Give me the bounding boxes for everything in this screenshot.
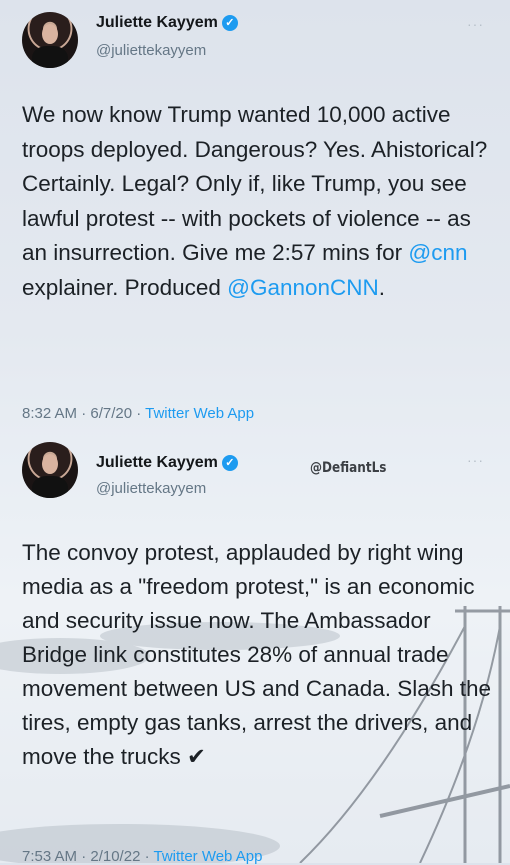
more-options-icon[interactable]: ··· bbox=[467, 452, 484, 468]
display-name[interactable]: Juliette Kayyem ✓ bbox=[96, 14, 238, 32]
verified-badge-icon: ✓ bbox=[221, 15, 238, 31]
display-name-text[interactable]: Juliette Kayyem bbox=[96, 454, 218, 472]
timestamp[interactable]: 8:32 AM · 6/7/20 · bbox=[22, 405, 145, 422]
mention-cnn-link[interactable]: @cnn bbox=[408, 240, 467, 265]
more-options-icon[interactable]: ··· bbox=[467, 16, 484, 32]
display-name[interactable]: Juliette Kayyem ✓ bbox=[96, 454, 238, 472]
avatar-face bbox=[42, 454, 58, 474]
source-app-link[interactable]: Twitter Web App bbox=[153, 848, 262, 865]
tweet-text-part: explainer. Produced bbox=[22, 274, 228, 300]
tweet-text: We now know Trump wanted 10,000 active t… bbox=[22, 98, 492, 305]
avatar-body bbox=[32, 46, 68, 68]
tweet-2[interactable]: Juliette Kayyem ✓ @juliettekayyem @Defia… bbox=[0, 436, 510, 865]
mention-gannoncnn-link[interactable]: @GannonCNN bbox=[227, 275, 379, 300]
timestamp[interactable]: 7:53 AM · 2/10/22 · bbox=[22, 848, 153, 865]
avatar-body bbox=[32, 476, 68, 498]
avatar-face bbox=[42, 24, 58, 44]
verified-badge-icon: ✓ bbox=[221, 455, 238, 471]
tweet-text: The convoy protest, applauded by right w… bbox=[22, 540, 492, 769]
avatar[interactable] bbox=[22, 442, 78, 498]
tweet-meta: 8:32 AM · 6/7/20 · Twitter Web App bbox=[22, 405, 254, 422]
display-name-text[interactable]: Juliette Kayyem bbox=[96, 14, 218, 32]
avatar[interactable] bbox=[22, 12, 78, 68]
tweet-text-part: . bbox=[378, 274, 386, 300]
tweet-meta: 7:53 AM · 2/10/22 · Twitter Web App bbox=[22, 848, 262, 865]
user-handle[interactable]: @juliettekayyem bbox=[96, 42, 206, 59]
tweet-1[interactable]: Juliette Kayyem ✓ @juliettekayyem ··· We… bbox=[0, 0, 510, 436]
watermark: @DefiantLs bbox=[310, 460, 387, 476]
source-app-link[interactable]: Twitter Web App bbox=[145, 405, 254, 422]
user-handle[interactable]: @juliettekayyem bbox=[96, 480, 206, 497]
